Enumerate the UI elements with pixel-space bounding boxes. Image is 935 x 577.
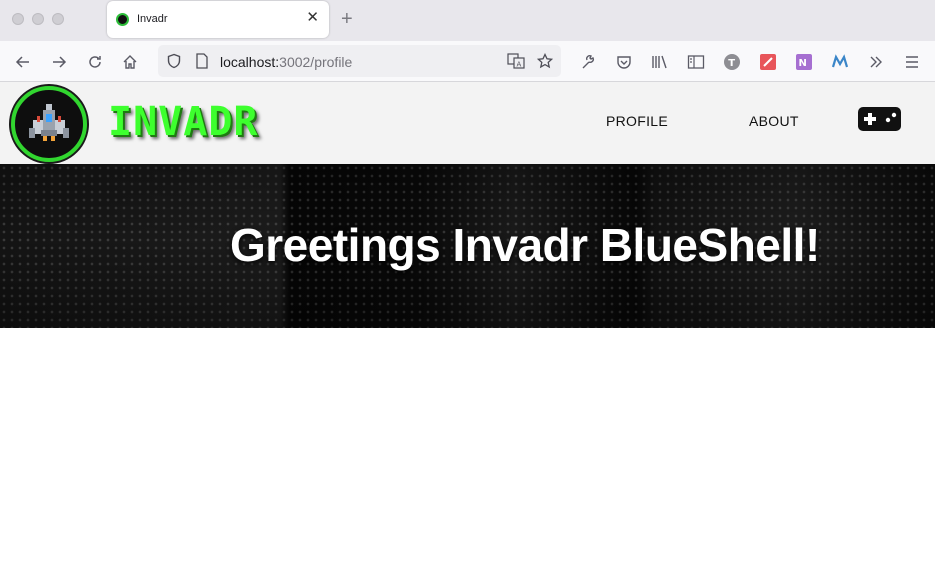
- url-path: 3002/profile: [279, 54, 353, 70]
- forward-arrow-icon[interactable]: [48, 51, 70, 73]
- gamepad-icon[interactable]: [858, 107, 901, 131]
- extension-pen-icon[interactable]: [757, 51, 779, 73]
- url-text: localhost:3002/profile: [220, 54, 352, 70]
- tab-favicon-icon: [116, 13, 129, 26]
- extension-t-icon[interactable]: T: [721, 51, 743, 73]
- hamburger-menu-icon[interactable]: [901, 51, 923, 73]
- shield-icon[interactable]: [163, 50, 185, 72]
- hero-banner: Greetings Invadr BlueShell!: [0, 164, 935, 328]
- sidebar-icon[interactable]: [685, 51, 707, 73]
- greeting-heading: Greetings Invadr BlueShell!: [230, 219, 820, 271]
- nav-link-profile[interactable]: PROFILE: [606, 113, 668, 129]
- page-info-icon[interactable]: [191, 50, 213, 72]
- wrench-icon[interactable]: [577, 51, 599, 73]
- window-close-control[interactable]: [12, 13, 24, 25]
- overflow-chevrons-icon[interactable]: [865, 51, 887, 73]
- browser-tab-bar: Invadr ✕ +: [0, 0, 935, 41]
- nav-link-about[interactable]: ABOUT: [749, 113, 799, 129]
- spaceship-logo-icon[interactable]: [11, 86, 87, 162]
- browser-tab[interactable]: Invadr ✕: [107, 1, 329, 38]
- pocket-icon[interactable]: [613, 51, 635, 73]
- translate-icon[interactable]: A: [505, 50, 527, 72]
- svg-text:T: T: [728, 58, 735, 69]
- back-arrow-icon[interactable]: [12, 51, 34, 73]
- window-zoom-control[interactable]: [52, 13, 64, 25]
- address-bar[interactable]: localhost:3002/profile A: [158, 45, 561, 77]
- window-minimize-control[interactable]: [32, 13, 44, 25]
- tab-title: Invadr: [137, 13, 168, 25]
- home-icon[interactable]: [119, 51, 141, 73]
- library-icon[interactable]: [649, 51, 671, 73]
- svg-text:A: A: [517, 61, 522, 69]
- reload-icon[interactable]: [84, 51, 106, 73]
- svg-text:N: N: [799, 58, 807, 69]
- page-content: [0, 328, 935, 577]
- tab-close-icon[interactable]: ✕: [306, 10, 319, 26]
- bookmark-star-icon[interactable]: [534, 50, 556, 72]
- onenote-icon[interactable]: N: [793, 51, 815, 73]
- browser-navigation-bar: localhost:3002/profile A T N: [0, 41, 935, 82]
- brand-wordmark[interactable]: INVADR: [108, 100, 259, 144]
- app-header: INVADR PROFILE ABOUT: [0, 82, 935, 164]
- extension-m-icon[interactable]: [829, 51, 851, 73]
- url-host: localhost:: [220, 54, 280, 70]
- new-tab-icon[interactable]: +: [341, 9, 353, 29]
